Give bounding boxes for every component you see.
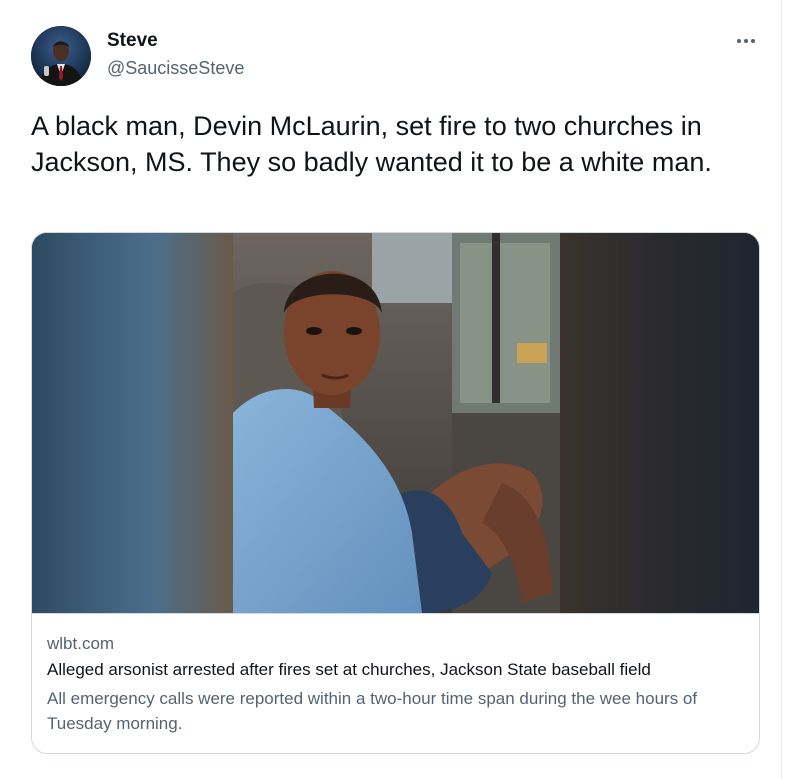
avatar-image <box>31 26 91 86</box>
card-photo <box>32 233 759 613</box>
card-image[interactable] <box>32 233 759 613</box>
more-options-icon <box>737 39 755 43</box>
avatar[interactable] <box>31 26 91 86</box>
tweet-text: A black man, Devin McLaurin, set fire to… <box>31 111 712 177</box>
tweet: Steve @SaucisseSteve A black man, Devin … <box>0 0 782 779</box>
card-info[interactable]: wlbt.com Alleged arsonist arrested after… <box>32 613 759 753</box>
card-title: Alleged arsonist arrested after fires se… <box>47 660 651 679</box>
more-options-button[interactable] <box>732 29 760 53</box>
link-card[interactable]: wlbt.com Alleged arsonist arrested after… <box>31 232 760 754</box>
card-description: All emergency calls were reported within… <box>47 689 698 733</box>
card-domain: wlbt.com <box>47 634 115 653</box>
author-name[interactable]: Steve <box>107 30 158 52</box>
author-handle[interactable]: @SaucisseSteve <box>107 58 244 79</box>
